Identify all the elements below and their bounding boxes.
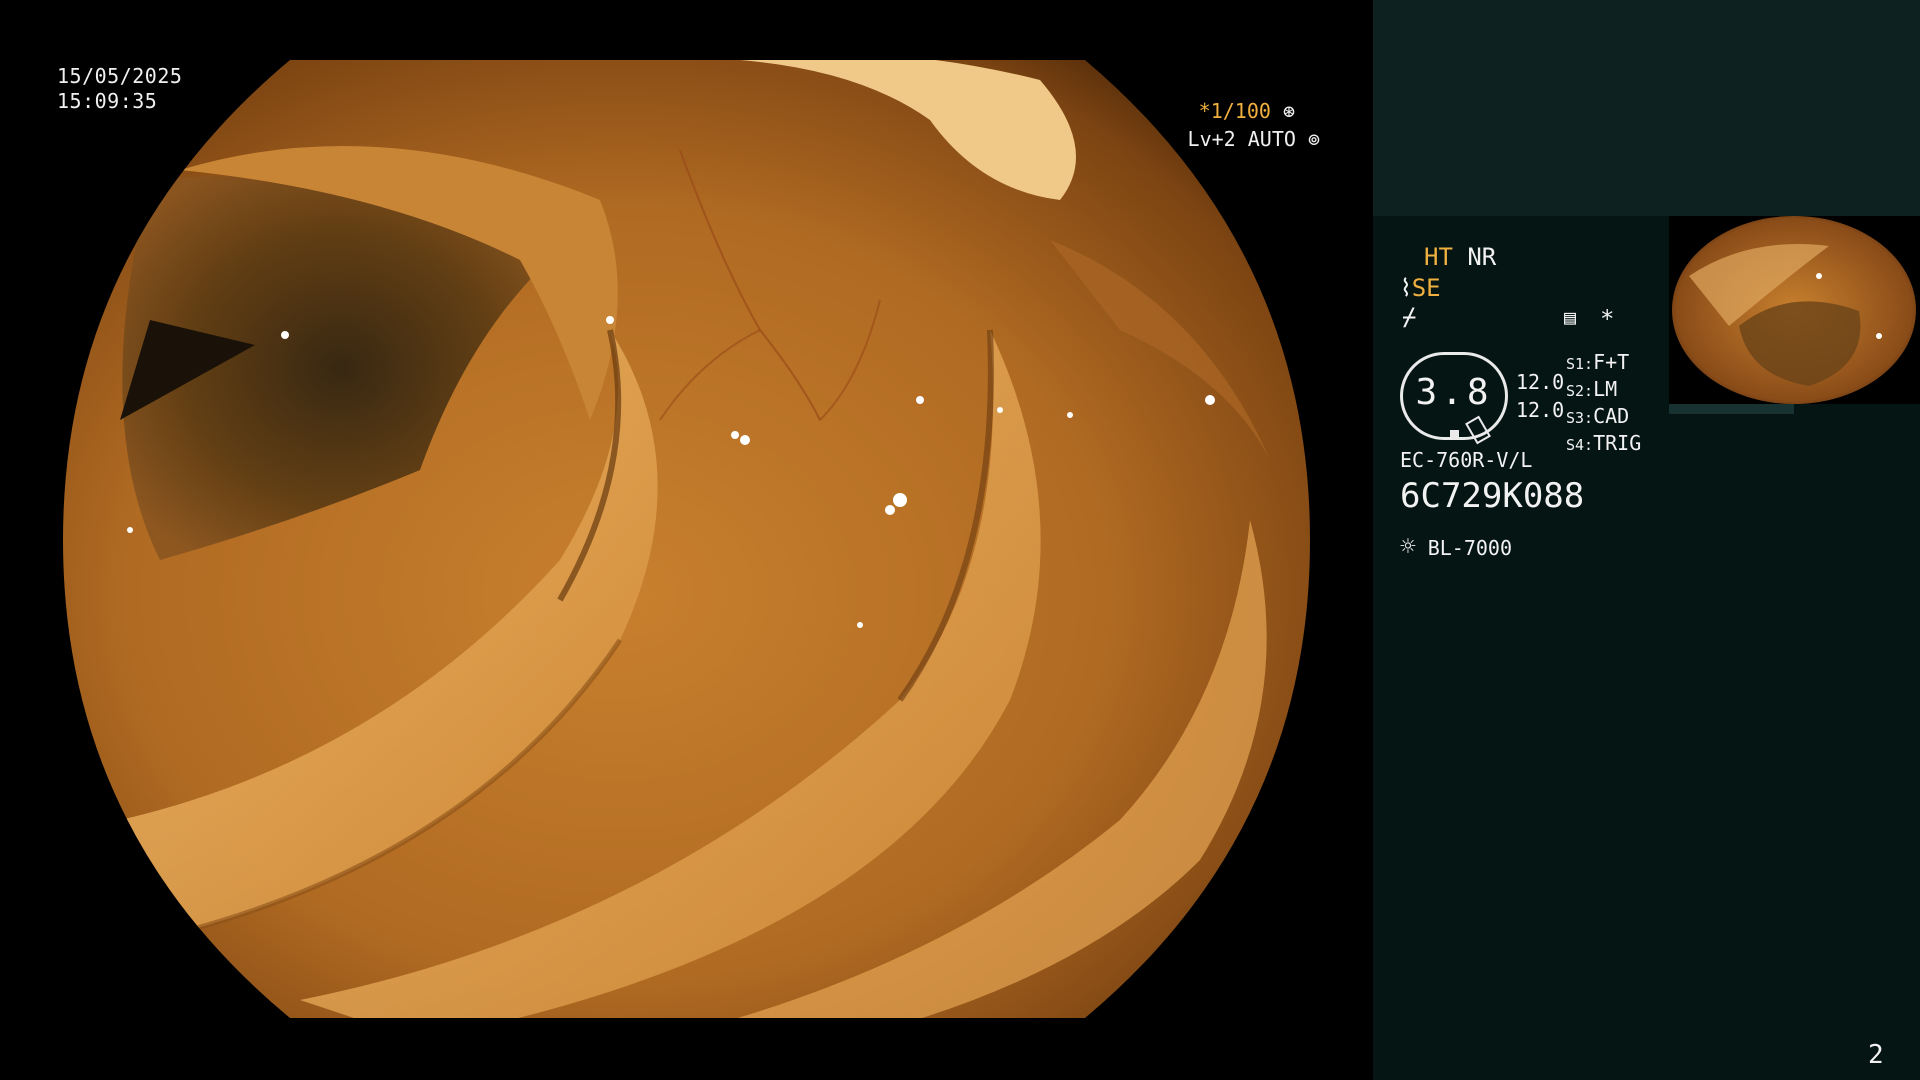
switch-row: S2:LM [1566,377,1618,401]
asterisk-icon: * [1600,305,1615,333]
nr-label: NR [1467,243,1497,271]
scope-tip-icon: ⌇ [1400,274,1412,302]
thumbnail-bar [1669,404,1794,414]
level-readout: Lv+2 AUTO ⊚ [1170,125,1320,153]
freeze-icon: ⌿ [1402,303,1417,331]
scope-serial: 6C729K088 [1400,476,1585,516]
menu-icon: ▤ [1564,305,1577,329]
iris-icon: ⊚ [1307,127,1320,151]
switch-row: S1:F+T [1566,350,1630,374]
light-source-icon: ☼ [1400,532,1416,562]
shutter-speed: *1/100 ⊛ [1170,97,1295,125]
se-label: SE [1411,274,1441,302]
ht-nr-status: HT NR [1424,242,1496,272]
gauge-marker [1450,430,1459,438]
se-status: ⌇SE [1400,273,1441,303]
thumbnail-image [1672,216,1916,404]
switch-row: S3:CAD [1566,404,1630,428]
panel-header-area [1373,0,1920,216]
endoscopic-image [63,60,1310,1018]
date-label: 15/05/2025 [57,64,183,88]
shutter-speed-value: *1/100 [1198,99,1271,123]
endoscope-view: 15/05/2025 15:09:35 *1/100 ⊛ Lv+2 AUTO ⊚ [0,0,1373,1080]
time-label: 15:09:35 [57,89,158,113]
ht-label: HT [1424,243,1453,271]
scope-model: EC-760R-V/L [1400,448,1533,472]
page-number: 2 [1868,1040,1884,1070]
light-source-label: BL-7000 [1427,536,1512,560]
level-value: Lv+2 AUTO [1187,127,1296,151]
switch-list: S1:F+T S2:LM S3:CAD S4:TRIG [1566,350,1641,458]
gauge-side-1: 12.0 [1516,370,1565,394]
gauge-side-2: 12.0 [1516,398,1565,422]
aperture-icon: ⊛ [1282,99,1295,123]
thumbnail-preview [1669,216,1920,404]
gauge-value: 3.8 [1415,372,1493,413]
switch-row: S4:TRIG [1566,431,1642,455]
light-source: ☼ BL-7000 [1400,532,1512,562]
